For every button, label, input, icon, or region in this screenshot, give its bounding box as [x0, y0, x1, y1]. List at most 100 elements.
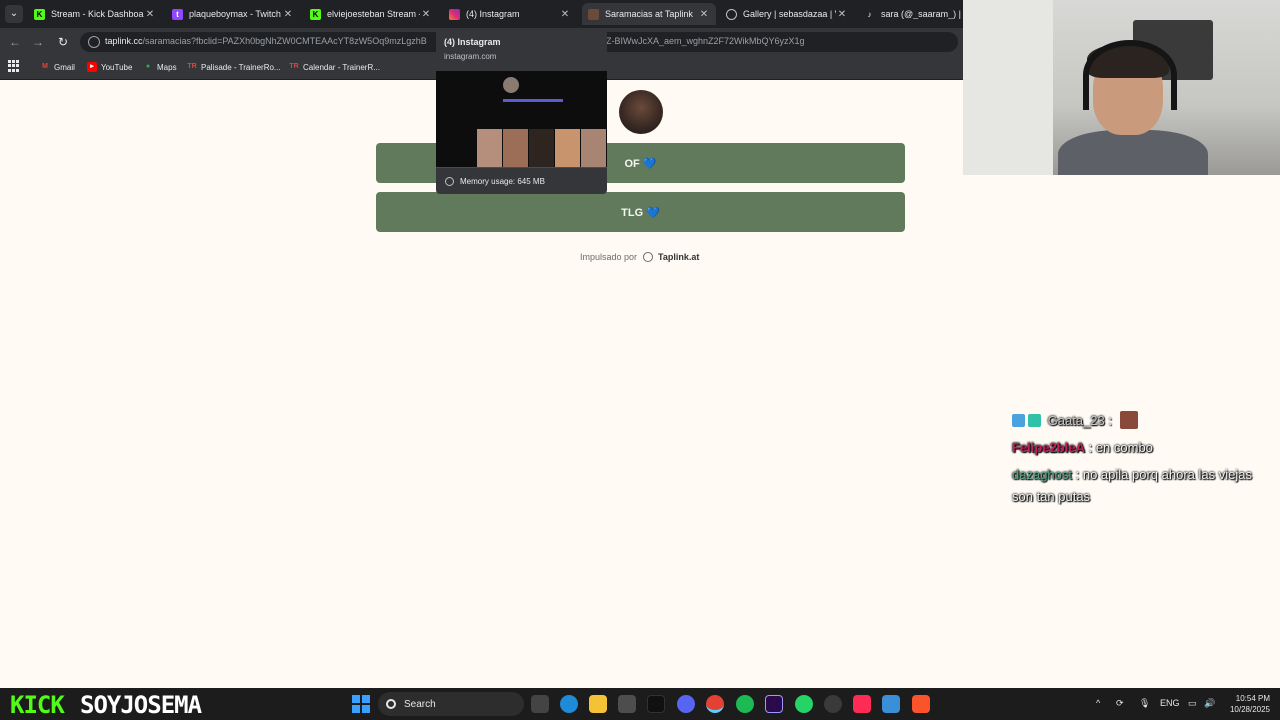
clock-date: 10/28/2025	[1229, 705, 1270, 714]
clock-time: 10:54 PM	[1235, 694, 1270, 703]
bookmark-label: Calendar - TrainerR...	[303, 62, 380, 72]
chat-username: dazaghost	[1012, 467, 1072, 482]
premiere-icon[interactable]	[765, 695, 783, 713]
tab-kick-stream[interactable]: K elviejoesteban Stream - W ✕	[304, 3, 438, 25]
bookmark-palisade[interactable]: TR Palisade - TrainerRo...	[187, 62, 281, 72]
url-host: taplink.cc	[105, 36, 143, 46]
tab-vsco[interactable]: Gallery | sebasdazaa | VSC ✕	[720, 3, 854, 25]
kick-logo: KICK	[10, 691, 65, 719]
tab-preview-thumbnail	[436, 71, 607, 167]
apps-grid-icon[interactable]	[8, 60, 20, 72]
spotify-icon[interactable]	[736, 695, 754, 713]
file-explorer-icon[interactable]	[589, 695, 607, 713]
task-view-icon[interactable]	[531, 695, 549, 713]
preview-photo	[503, 129, 528, 167]
chrome-icon[interactable]	[706, 695, 724, 713]
network-icon[interactable]: ▭	[1188, 698, 1197, 709]
memory-usage-text: Memory usage: 645 MB	[460, 176, 545, 186]
emote-icon	[1119, 411, 1138, 429]
bookmark-label: Gmail	[54, 62, 75, 72]
profile-avatar	[619, 90, 663, 134]
photos-icon[interactable]	[882, 695, 900, 713]
tab-label: sara (@_saaram_) | TikT	[881, 9, 963, 19]
gmail-icon: M	[42, 63, 48, 70]
close-icon[interactable]: ✕	[282, 9, 294, 20]
tab-label: elviejoesteban Stream - W	[327, 9, 420, 19]
bookmark-gmail[interactable]: M Gmail	[40, 62, 75, 72]
taplink-icon	[588, 8, 599, 20]
taplink-logo-icon	[643, 252, 654, 262]
tab-label: (4) Instagram	[466, 9, 520, 19]
close-icon[interactable]: ✕	[559, 9, 571, 20]
close-icon[interactable]: ✕	[698, 9, 710, 20]
tlg-link-button[interactable]: TLG 💙	[376, 192, 905, 232]
edge-icon[interactable]	[560, 695, 578, 713]
url-path: /saramacias?fbclid=PAZXh0bgNhZW0CMTEAAcY…	[142, 36, 427, 46]
windows-start-icon[interactable]	[352, 695, 370, 713]
maps-pin-icon: ●	[145, 63, 151, 70]
tab-search-chevron-icon[interactable]: ⌄	[5, 5, 23, 23]
bookmark-label: Palisade - TrainerRo...	[201, 62, 281, 72]
chat-username: Gaata_23	[1047, 413, 1105, 428]
badge-icon	[1012, 414, 1025, 427]
bookmark-maps[interactable]: ● Maps	[143, 62, 177, 72]
vsco-icon	[726, 8, 737, 20]
preview-photo	[477, 129, 502, 167]
reload-icon[interactable]: ↻	[55, 34, 71, 50]
preview-photo	[529, 129, 554, 167]
close-icon[interactable]: ✕	[420, 9, 432, 20]
webcam-hoodie	[1058, 130, 1208, 175]
preview-follow-bar	[503, 99, 563, 102]
chat-message: Felipe2bleA : en combo	[1012, 437, 1252, 459]
tray-chevron-icon[interactable]: ^	[1096, 698, 1100, 708]
tab-tiktok[interactable]: ♪ sara (@_saaram_) | TikT	[858, 3, 964, 25]
bookmark-youtube[interactable]: ▸ YouTube	[87, 62, 132, 72]
twitch-icon: t	[172, 8, 183, 20]
taplink-brand: Taplink.at	[658, 252, 700, 262]
chat-message: dazaghost : no apila porq ahora las viej…	[1012, 464, 1252, 508]
volume-icon[interactable]: 🔊	[1204, 698, 1215, 709]
tab-hover-card: (4) Instagram instagram.com Memory usage…	[436, 29, 607, 194]
powered-by-footer[interactable]: Impulsado por Taplink.at	[580, 252, 699, 262]
tab-instagram[interactable]: (4) Instagram ✕	[443, 3, 577, 25]
powered-by-text: Impulsado por	[580, 252, 638, 262]
chat-username: Felipe2bleA	[1012, 440, 1085, 455]
close-icon[interactable]: ✕	[836, 9, 848, 20]
back-arrow-icon[interactable]: ←	[7, 34, 23, 50]
trainerroad-icon: TR	[187, 63, 197, 70]
headset-icon	[1083, 40, 1177, 110]
tab-kick-dashboard[interactable]: K Stream - Kick Dashboard ✕	[28, 3, 162, 25]
bookmark-calendar[interactable]: TR Calendar - TrainerR...	[289, 62, 380, 72]
site-info-icon[interactable]	[88, 36, 100, 48]
tab-twitch[interactable]: t plaqueboymax - Twitch ✕	[166, 3, 300, 25]
search-icon	[386, 699, 396, 709]
tiktok-icon[interactable]	[647, 695, 665, 713]
microphone-icon[interactable]: 🎙	[1139, 698, 1150, 709]
discord-icon[interactable]	[677, 695, 695, 713]
chat-overlay: Gaata_23 : Felipe2bleA : en combo dazagh…	[1012, 410, 1252, 508]
webcam-feed	[963, 0, 1280, 175]
capcut-icon[interactable]	[853, 695, 871, 713]
kick-icon: K	[310, 8, 321, 20]
search-label: Search	[404, 698, 436, 710]
taskbar-clock[interactable]: 10:54 PM 10/28/2025	[1220, 693, 1270, 715]
hovercard-title: (4) Instagram	[444, 37, 501, 47]
badge-icon	[1028, 414, 1041, 427]
browser-tab-strip: ⌄ K Stream - Kick Dashboard ✕ t plaquebo…	[0, 0, 963, 28]
taskbar-search[interactable]: Search	[378, 692, 524, 716]
whatsapp-icon[interactable]	[795, 695, 813, 713]
brave-icon[interactable]	[912, 695, 930, 713]
bookmark-label: YouTube	[101, 62, 133, 72]
tab-label: Saramacias at Taplink	[605, 9, 693, 19]
youtube-icon: ▸	[87, 62, 97, 72]
obs-icon[interactable]	[824, 695, 842, 713]
tab-label: Stream - Kick Dashboard	[51, 9, 144, 19]
hovercard-memory: Memory usage: 645 MB	[436, 167, 607, 194]
tiktok-icon: ♪	[867, 9, 872, 19]
forward-arrow-icon[interactable]: →	[30, 34, 46, 50]
language-indicator[interactable]: ENG	[1160, 698, 1180, 708]
tab-taplink[interactable]: Saramacias at Taplink ✕	[582, 3, 716, 25]
store-icon[interactable]	[618, 695, 636, 713]
tray-sync-icon[interactable]: ⟳	[1116, 698, 1124, 709]
close-icon[interactable]: ✕	[144, 9, 156, 20]
